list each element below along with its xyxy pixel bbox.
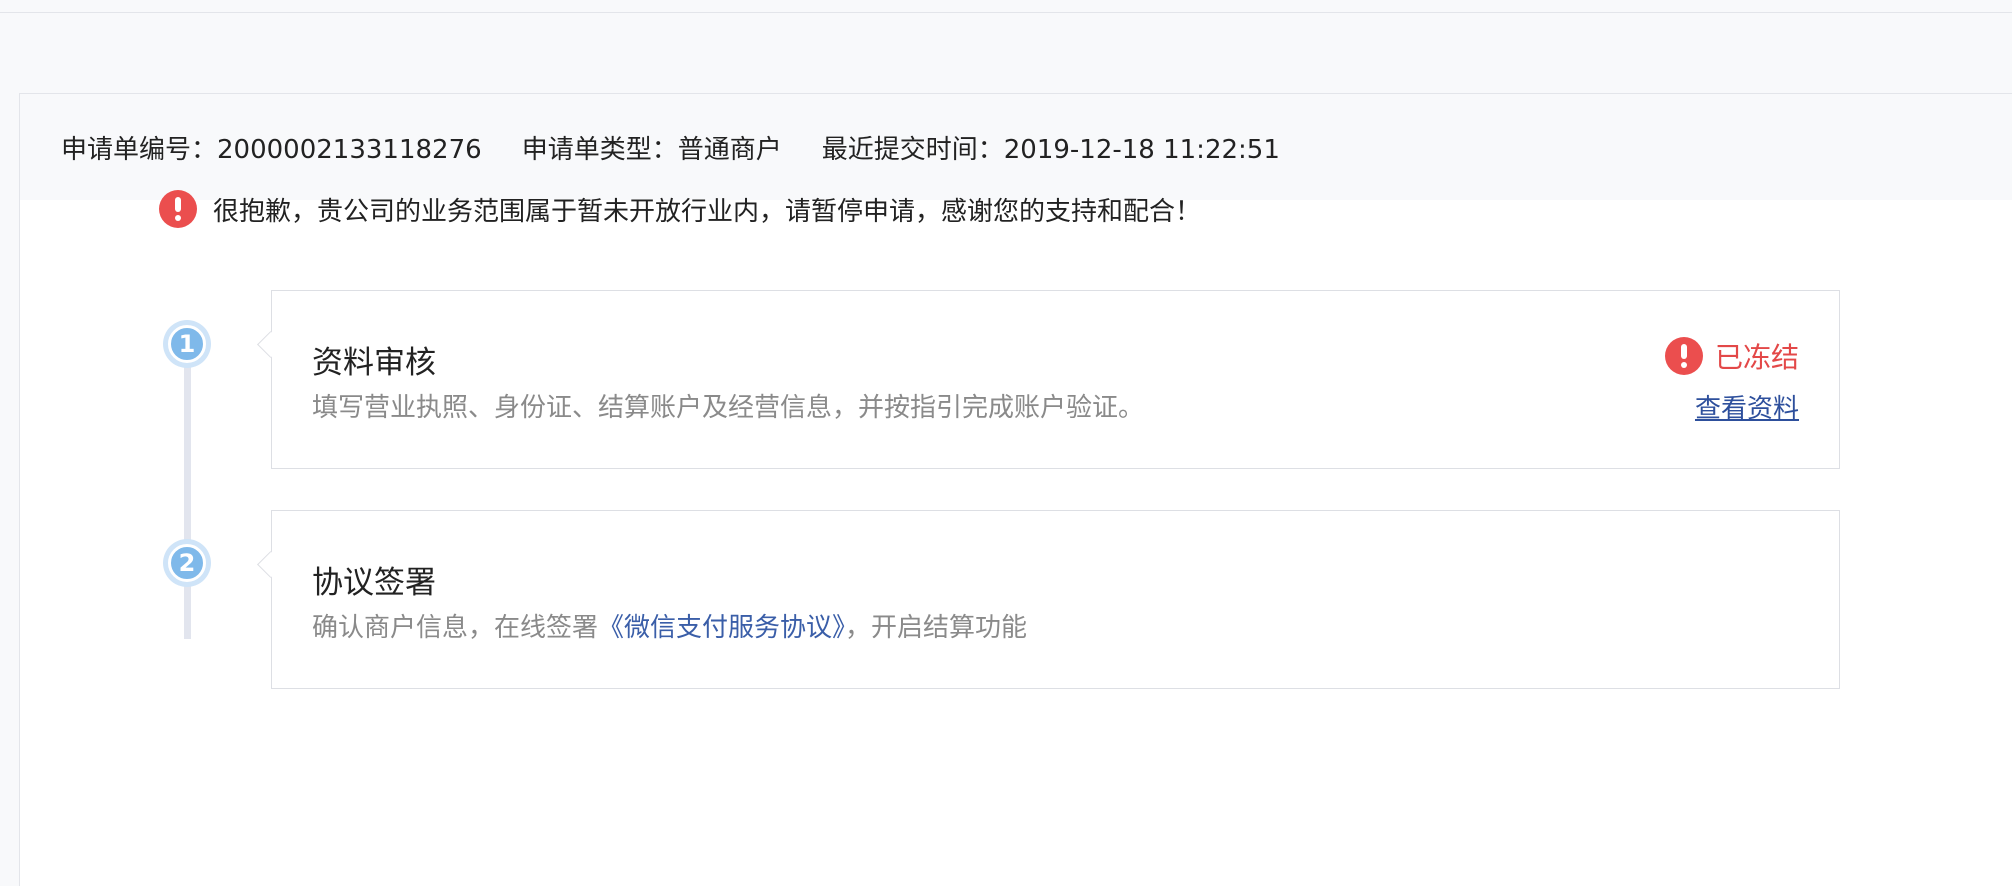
step-title: 协议签署 <box>312 565 436 601</box>
last-submit-value: 2019-12-18 11:22:51 <box>1003 134 1280 165</box>
top-divider <box>0 12 2012 13</box>
view-materials-link[interactable]: 查看资料 <box>1695 388 1799 425</box>
application-number-value: 2000002133118276 <box>217 134 482 165</box>
application-meta-bar: 申请单编号：2000002133118276 申请单类型：普通商户 最近提交时间… <box>20 94 2012 200</box>
alert-icon <box>1664 337 1703 375</box>
application-type: 申请单类型：普通商户 <box>522 129 782 166</box>
step-description: 确认商户信息，在线签署《微信支付服务协议》，开启结算功能 <box>312 607 1027 644</box>
last-submit-time: 最近提交时间：2019-12-18 11:22:51 <box>822 129 1280 166</box>
description-text: 确认商户信息，在线签署 <box>312 613 599 643</box>
step-card-review: 资料审核 填写营业执照、身份证、结算账户及经营信息，并按指引完成账户验证。 已冻… <box>271 290 1840 469</box>
application-number-label: 申请单编号： <box>61 134 218 165</box>
application-type-label: 申请单类型： <box>521 134 678 165</box>
step-1-badge: 1 <box>163 320 211 368</box>
alert-icon <box>159 190 197 228</box>
notice-text: 很抱歉，贵公司的业务范围属于暂未开放行业内，请暂停申请，感谢您的支持和配合！ <box>213 196 1202 227</box>
step-connector-line <box>184 345 191 639</box>
step-status: 已冻结 <box>1664 336 1799 376</box>
description-text: ，开启结算功能 <box>845 613 1028 643</box>
agreement-link[interactable]: 《微信支付服务协议》 <box>598 613 845 643</box>
step-card-agreement: 协议签署 确认商户信息，在线签署《微信支付服务协议》，开启结算功能 <box>271 510 1840 689</box>
last-submit-label: 最近提交时间： <box>821 134 1004 165</box>
rejection-notice: 很抱歉，贵公司的业务范围属于暂未开放行业内，请暂停申请，感谢您的支持和配合！ <box>159 190 1201 228</box>
application-number: 申请单编号：2000002133118276 <box>61 129 482 166</box>
status-text: 已冻结 <box>1714 341 1799 374</box>
step-description: 填写营业执照、身份证、结算账户及经营信息，并按指引完成账户验证。 <box>312 393 1145 423</box>
step-number: 2 <box>168 544 206 582</box>
step-2-badge: 2 <box>163 539 211 587</box>
application-type-value: 普通商户 <box>677 134 782 165</box>
step-title: 资料审核 <box>312 345 436 381</box>
step-number: 1 <box>168 325 206 363</box>
